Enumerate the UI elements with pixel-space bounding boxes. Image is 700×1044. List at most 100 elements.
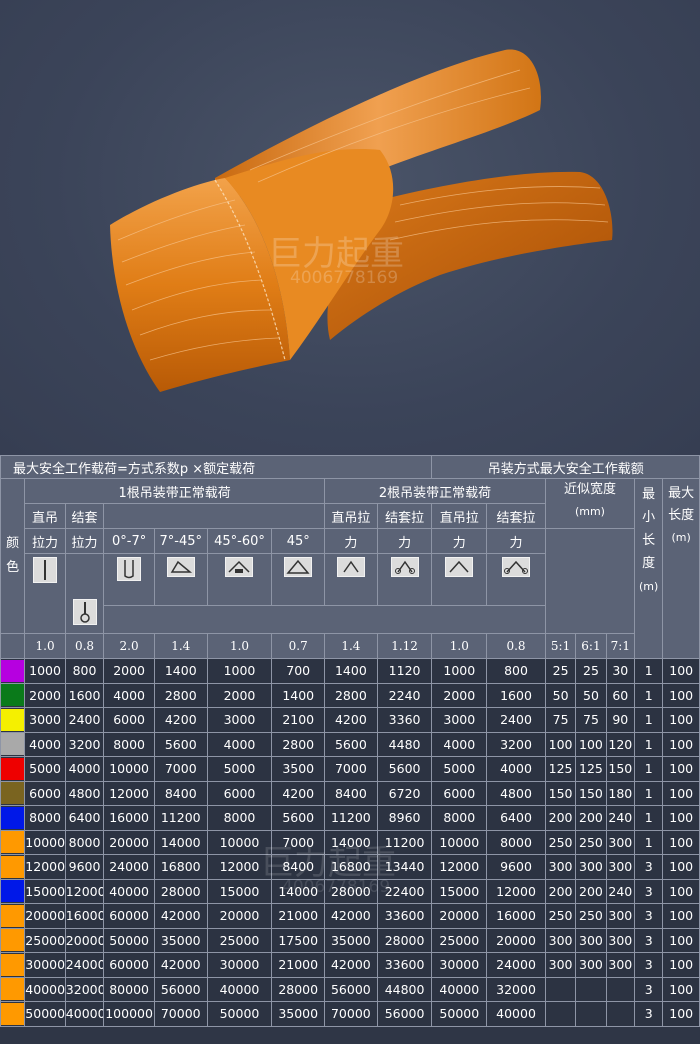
max-length-cell: 100 — [662, 780, 700, 806]
load-value-cell: 40000 — [64, 1001, 105, 1027]
basket-45-60-icon-cell — [206, 553, 273, 606]
load-value-cell: 44800 — [376, 976, 433, 1002]
width-value-cell: 200 — [544, 878, 577, 904]
load-value-cell: 40000 — [486, 1001, 546, 1027]
coefficient-cell: 1.12 — [376, 633, 433, 659]
safety-ratio-cell: 7:1 — [605, 633, 636, 659]
load-value-cell: 6720 — [376, 780, 433, 806]
min-length-cell: 1 — [633, 756, 664, 782]
double-choke2-icon — [502, 557, 531, 577]
double-vertical2-a: 直吊拉 — [431, 503, 488, 529]
load-value-cell: 40000 — [24, 976, 66, 1002]
width-value-cell: 150 — [575, 780, 607, 806]
table-row: 20000 16000 60000 42000 20000 21000 42000 33600… — [0, 903, 700, 929]
basket-angle-icon — [166, 557, 195, 577]
load-value-cell: 5600 — [271, 805, 326, 831]
width-value-cell: 300 — [605, 854, 636, 880]
load-value-cell: 2400 — [64, 707, 105, 733]
width-value-cell: 300 — [575, 854, 607, 880]
max-length-cell: 100 — [662, 829, 700, 855]
max-length-header: 最大长度 (m) — [662, 478, 700, 659]
table-row: 50000 40000 100000 70000 50000 35000 70000 5600… — [0, 1001, 700, 1027]
load-value-cell: 1400 — [153, 658, 208, 684]
load-value-cell: 60000 — [103, 903, 155, 929]
load-value-cell: 7000 — [324, 756, 378, 782]
load-value-cell: 25000 — [431, 927, 488, 953]
double-vertical-a: 直吊拉 — [324, 503, 378, 529]
load-value-cell: 4000 — [486, 756, 546, 782]
single-vertical-b: 拉力 — [24, 528, 66, 554]
safety-ratio-cell: 6:1 — [575, 633, 607, 659]
color-swatch — [1, 806, 24, 829]
width-value-cell: 250 — [575, 903, 607, 929]
min-length-cell: 3 — [633, 878, 664, 904]
width-value-cell: 150 — [605, 756, 636, 782]
product-photo: 巨力起重 4006778169 — [0, 0, 700, 455]
width-value-cell: 120 — [605, 731, 636, 757]
width-value-cell — [544, 976, 577, 1002]
load-value-cell: 33600 — [376, 952, 433, 978]
load-value-cell: 6000 — [103, 707, 155, 733]
width-value-cell: 30 — [605, 658, 636, 684]
color-swatch-cell — [0, 731, 26, 757]
width-value-cell — [575, 1001, 607, 1027]
load-value-cell: 56000 — [324, 976, 378, 1002]
load-value-cell: 6000 — [206, 780, 273, 806]
load-value-cell: 35000 — [271, 1001, 326, 1027]
load-value-cell: 4200 — [271, 780, 326, 806]
load-value-cell: 40000 — [103, 878, 155, 904]
single-choke-a: 结套 — [64, 503, 105, 529]
load-value-cell: 32000 — [64, 976, 105, 1002]
table-row: 40000 32000 80000 56000 40000 28000 56000 44800… — [0, 976, 700, 1002]
load-value-cell: 8000 — [486, 829, 546, 855]
load-value-cell: 30000 — [206, 952, 273, 978]
width-value-cell: 200 — [575, 878, 607, 904]
min-length-cell: 3 — [633, 1001, 664, 1027]
load-value-cell: 4200 — [324, 707, 378, 733]
max-length-cell: 100 — [662, 805, 700, 831]
width-value-cell: 300 — [575, 927, 607, 953]
color-swatch-cell — [0, 976, 26, 1002]
color-swatch-cell — [0, 854, 26, 880]
load-value-cell: 9600 — [64, 854, 105, 880]
color-swatch-cell — [0, 829, 26, 855]
watermark-phone: 4006778169 — [290, 268, 399, 288]
width-header-label: 近似宽度 — [563, 482, 616, 497]
coefficient-cell: 1.4 — [153, 633, 208, 659]
load-value-cell: 20000 — [486, 927, 546, 953]
choke-lift-icon — [72, 599, 97, 625]
load-value-cell: 800 — [64, 658, 105, 684]
max-length-cell: 100 — [662, 976, 700, 1002]
load-value-cell: 6000 — [431, 780, 488, 806]
load-value-cell: 7000 — [153, 756, 208, 782]
load-value-cell: 4480 — [376, 731, 433, 757]
table-row: 1000 800 2000 1400 1000 700 1400 1120 1000 800 25 2… — [0, 658, 700, 684]
load-value-cell: 6000 — [24, 780, 66, 806]
max-length-cell: 100 — [662, 927, 700, 953]
load-value-cell: 10000 — [103, 756, 155, 782]
load-value-cell: 20000 — [431, 903, 488, 929]
load-value-cell: 28000 — [153, 878, 208, 904]
color-header: 颜色 — [0, 478, 26, 634]
load-value-cell: 20000 — [206, 903, 273, 929]
vertical-icon-cell — [24, 553, 66, 634]
width-spacer — [544, 528, 636, 634]
safety-ratio-cell: 5:1 — [544, 633, 577, 659]
angle-45-60: 45°-60° — [206, 528, 273, 554]
load-value-cell: 30000 — [24, 952, 66, 978]
spec-table-panel: 最大安全工作载荷=方式系数p ×额定载荷 吊装方式最大安全工作载额 颜色 1根吊… — [0, 455, 700, 1044]
load-value-cell: 21000 — [271, 952, 326, 978]
color-swatch-cell — [0, 903, 26, 929]
min-length-cell: 1 — [633, 805, 664, 831]
table-row: 5000 4000 10000 7000 5000 3500 7000 5600 5000 400… — [0, 756, 700, 782]
color-swatch — [1, 880, 24, 903]
load-value-cell: 3200 — [64, 731, 105, 757]
width-value-cell: 75 — [575, 707, 607, 733]
load-value-cell: 8000 — [431, 805, 488, 831]
width-value-cell: 180 — [605, 780, 636, 806]
load-value-cell: 40000 — [206, 976, 273, 1002]
load-value-cell: 21000 — [271, 903, 326, 929]
load-value-cell: 700 — [271, 658, 326, 684]
load-value-cell: 2800 — [153, 682, 208, 708]
vertical-lift-icon — [33, 557, 58, 583]
